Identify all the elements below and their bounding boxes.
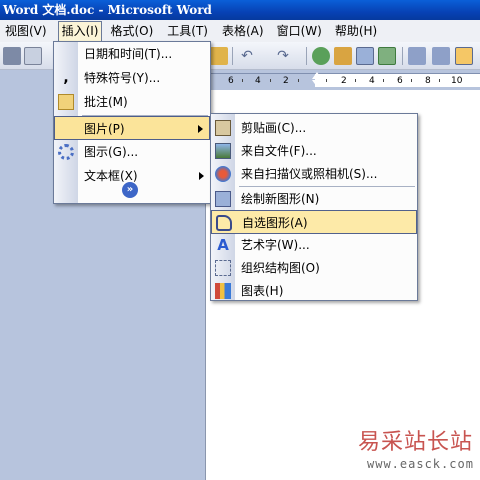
show-hide-icon[interactable] [455,47,473,65]
diagram-icon [58,144,74,160]
menu-item-label: 组织结构图(O) [241,261,320,275]
ruler-tick [242,79,243,82]
org-chart-icon [215,260,231,276]
ruler-label: 2 [341,76,347,86]
ruler-label: 10 [451,76,463,86]
menu-item-label: 绘制新图形(N) [241,192,320,206]
menu-table[interactable]: 表格(A) [218,21,268,41]
menu-item-date-time[interactable]: 日期和时间(T)... [54,42,210,66]
menu-view[interactable]: 视图(V) [1,21,51,41]
menu-item-from-file[interactable]: 来自文件(F)... [211,139,417,163]
undo-icon[interactable]: ↶ [238,47,256,65]
comment-icon [58,94,74,110]
ruler-label: 4 [369,76,375,86]
autoshape-icon [216,215,232,231]
menu-item-org-chart[interactable]: 组织结构图(O) [211,256,417,280]
menu-item-from-scanner[interactable]: 来自扫描仪或照相机(S)... [211,162,417,186]
menu-item-chart[interactable]: 图表(H) [211,279,417,303]
menu-help[interactable]: 帮助(H) [331,21,381,41]
ruler-label: 4 [255,76,261,86]
clipart-icon [215,120,231,136]
wordart-icon: A [217,236,229,254]
ruler-tick [411,79,412,82]
menu-item-wordart[interactable]: A 艺术字(W)... [211,233,417,257]
menu-tools[interactable]: 工具(T) [163,21,212,41]
print-preview-icon[interactable] [24,47,42,65]
ruler-tick [383,79,384,82]
ruler-label: 2 [283,76,289,86]
menu-window[interactable]: 窗口(W) [273,21,326,41]
new-drawing-icon [215,191,231,207]
hanging-indent-marker[interactable] [312,80,322,87]
ruler-tick [298,79,299,82]
chart-icon [215,283,231,299]
symbol-icon: , [63,70,69,86]
picture-file-icon [215,143,231,159]
window-title: Word 文档.doc - Microsoft Word [3,3,212,17]
picture-submenu: 剪贴画(C)... 来自文件(F)... 来自扫描仪或照相机(S)... 绘制新… [210,113,418,301]
menu-item-label: 图片(P) [84,122,125,136]
columns-icon[interactable] [408,47,426,65]
ruler-label: 8 [425,76,431,86]
hyperlink-icon[interactable] [312,47,330,65]
menu-item-label: 剪贴画(C)... [241,121,307,135]
menu-item-label: 来自扫描仪或照相机(S)... [241,167,378,181]
insert-excel-icon[interactable] [378,47,396,65]
insert-menu: 日期和时间(T)... , 特殊符号(Y)... 批注(M) 图片(P) 图示(… [53,41,211,204]
scanner-icon [215,166,231,182]
toolbar-separator [232,47,233,65]
tables-borders-icon[interactable] [334,47,352,65]
ruler-label: 6 [397,76,403,86]
menu-item-autoshape[interactable]: 自选图形(A) [211,210,417,234]
submenu-arrow-icon [199,172,204,180]
ruler-tick [355,79,356,82]
menu-item-label: 特殊符号(Y)... [84,71,161,85]
watermark-url: www.easck.com [367,457,474,471]
menu-format[interactable]: 格式(O) [106,21,157,41]
menu-item-special-symbol[interactable]: , 特殊符号(Y)... [54,66,210,90]
print-icon[interactable] [3,47,21,65]
calendar-icon [58,46,74,62]
drawing-icon[interactable] [432,47,450,65]
ruler-tick [326,79,327,82]
watermark-text: 易采站长站 [358,430,474,455]
menu-item-label: 图示(G)... [84,145,139,159]
window-title-bar: Word 文档.doc - Microsoft Word [0,0,480,20]
ruler-tick [439,79,440,82]
menu-item-comment[interactable]: 批注(M) [54,90,210,114]
menu-insert[interactable]: 插入(I) [57,21,103,41]
submenu-arrow-icon [198,125,203,133]
menu-item-picture[interactable]: 图片(P) [54,116,210,140]
menu-item-label: 图表(H) [241,284,284,298]
menu-item-label: 批注(M) [84,95,128,109]
horizontal-ruler: 6 4 2 2 4 6 8 10 [205,73,480,88]
ruler-label: 6 [228,76,234,86]
menu-item-new-drawing[interactable]: 绘制新图形(N) [211,187,417,211]
menu-bar: 视图(V) 插入(I) 格式(O) 工具(T) 表格(A) 窗口(W) 帮助(H… [0,20,480,42]
redo-icon[interactable]: ↷ [274,47,292,65]
menu-item-label: 艺术字(W)... [241,238,310,252]
toolbar-separator [402,47,403,65]
first-line-indent-marker[interactable] [312,72,322,79]
expand-menu-icon[interactable]: » [122,182,138,198]
toolbar-separator [306,47,307,65]
insert-table-icon[interactable] [356,47,374,65]
menu-item-label: 自选图形(A) [242,216,308,230]
menu-item-clipart[interactable]: 剪贴画(C)... [211,116,417,140]
format-painter-icon[interactable] [210,47,228,65]
menu-item-label: 来自文件(F)... [241,144,317,158]
ruler-tick [270,79,271,82]
menu-item-diagram[interactable]: 图示(G)... [54,140,210,164]
menu-item-label: 日期和时间(T)... [84,47,173,61]
